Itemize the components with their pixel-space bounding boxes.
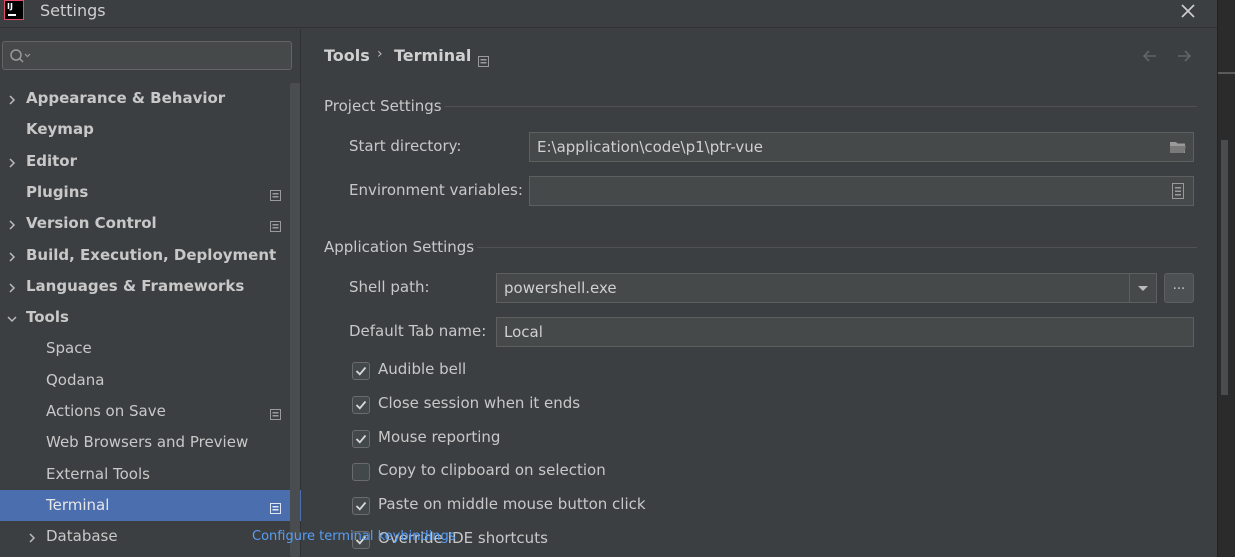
- chevron-right-icon[interactable]: [26, 530, 38, 543]
- chevron-down-icon[interactable]: [6, 311, 18, 323]
- search-input[interactable]: [35, 44, 285, 67]
- sidebar-item-label: Appearance & Behavior: [26, 89, 226, 107]
- sidebar-item-label: Version Control: [26, 214, 157, 233]
- title-bar: IJ Settings: [0, 0, 1217, 28]
- chevron-right-icon[interactable]: [6, 280, 18, 293]
- sidebar-item-web-browsers-and-preview[interactable]: Web Browsers and Preview: [0, 427, 290, 458]
- sidebar-item-label: Database: [46, 527, 118, 546]
- shell-path-value: powershell.exe: [504, 279, 617, 297]
- environment-variables-label: Environment variables:: [349, 181, 523, 199]
- checkbox-unchecked[interactable]: [352, 463, 370, 481]
- sidebar-item-languages-frameworks[interactable]: Languages & Frameworks: [0, 271, 290, 302]
- sidebar-scrollbar[interactable]: [290, 83, 300, 557]
- project-level-icon: [270, 218, 281, 233]
- breadcrumb-separator: ›: [377, 46, 383, 62]
- window-title: Settings: [40, 1, 106, 20]
- checkbox-checked[interactable]: [352, 362, 370, 380]
- settings-content: Tools › Terminal Project Settings Start …: [302, 29, 1217, 557]
- search-icon[interactable]: [9, 48, 31, 64]
- sidebar-item-plugins[interactable]: Plugins: [0, 177, 290, 208]
- folder-icon[interactable]: [1169, 139, 1187, 155]
- chevron-right-icon[interactable]: [6, 92, 18, 105]
- edit-list-icon[interactable]: [1169, 183, 1187, 199]
- sidebar-item-label: Terminal: [46, 495, 110, 514]
- sidebar-item-editor[interactable]: Editor: [0, 146, 290, 177]
- sidebar-item-label: Editor: [26, 151, 77, 170]
- forward-arrow-icon[interactable]: [1174, 46, 1194, 66]
- project-settings-title: Project Settings: [324, 97, 442, 115]
- sidebar-item-label: Web Browsers and Preview: [46, 433, 249, 452]
- start-directory-field[interactable]: E:\application\code\p1\ptr-vue: [529, 132, 1194, 162]
- sidebar-item-label: Actions on Save: [46, 402, 166, 420]
- sidebar-item-terminal[interactable]: Terminal: [0, 489, 301, 521]
- checkbox-checked[interactable]: [352, 430, 370, 448]
- breadcrumb-current: Terminal: [394, 46, 472, 65]
- sidebar-item-label: Build, Execution, Deployment: [26, 245, 277, 264]
- start-directory-label: Start directory:: [349, 137, 462, 155]
- default-tab-name-value: Local: [504, 323, 543, 341]
- back-arrow-icon[interactable]: [1140, 46, 1160, 66]
- checkbox-label: Paste on middle mouse button click: [378, 495, 646, 513]
- browse-shell-button[interactable]: ...: [1164, 273, 1194, 303]
- checkbox-label: Copy to clipboard on selection: [378, 461, 606, 479]
- checkbox-checked[interactable]: [352, 497, 370, 515]
- project-level-icon: [270, 406, 281, 420]
- app-logo-icon: IJ: [4, 0, 24, 20]
- sidebar-item-label: Languages & Frameworks: [26, 276, 245, 295]
- background-window-edge: [1217, 0, 1235, 557]
- search-box: [2, 41, 292, 70]
- shell-path-label: Shell path:: [349, 278, 430, 296]
- sidebar-item-tools[interactable]: Tools: [0, 302, 290, 333]
- project-level-icon: [270, 187, 281, 201]
- sidebar-item-keymap[interactable]: Keymap: [0, 114, 290, 145]
- sidebar-item-build-execution-deployment[interactable]: Build, Execution, Deployment: [0, 240, 290, 271]
- sidebar-item-label: Plugins: [26, 182, 89, 201]
- sidebar-item-label: Tools: [26, 308, 69, 327]
- breadcrumb-parent[interactable]: Tools: [324, 46, 370, 65]
- sidebar-item-appearance-behavior[interactable]: Appearance & Behavior: [0, 83, 290, 114]
- close-icon[interactable]: [1176, 0, 1200, 23]
- shell-path-combobox[interactable]: powershell.exe: [496, 273, 1157, 303]
- configure-keybindings-link[interactable]: Configure terminal keybindings: [252, 529, 456, 544]
- sidebar-item-actions-on-save[interactable]: Actions on Save: [0, 396, 290, 427]
- sidebar-item-label: Qodana: [46, 370, 105, 389]
- section-divider: [444, 106, 1197, 107]
- chevron-right-icon[interactable]: [6, 249, 18, 262]
- checkbox-label: Audible bell: [378, 360, 467, 378]
- sidebar-item-label: Keymap: [26, 120, 94, 139]
- project-level-icon: [478, 52, 489, 67]
- checkbox-checked[interactable]: [352, 396, 370, 414]
- chevron-down-icon[interactable]: [1129, 274, 1156, 302]
- chevron-right-icon[interactable]: [6, 217, 18, 230]
- start-directory-value: E:\application\code\p1\ptr-vue: [537, 138, 763, 156]
- checkbox-label: Mouse reporting: [378, 428, 501, 446]
- sidebar-item-external-tools[interactable]: External Tools: [0, 459, 290, 490]
- sidebar-item-space[interactable]: Space: [0, 333, 290, 364]
- settings-sidebar: Appearance & Behavior Keymap Editor Plugins…: [0, 29, 301, 557]
- sidebar-item-label: External Tools: [46, 464, 150, 483]
- checkbox-label: Close session when it ends: [378, 394, 581, 412]
- section-divider: [477, 247, 1197, 248]
- sidebar-item-qodana[interactable]: Qodana: [0, 365, 290, 396]
- project-level-icon: [270, 500, 281, 514]
- default-tab-name-field[interactable]: Local: [496, 317, 1194, 347]
- sidebar-item-label: Space: [46, 339, 92, 358]
- application-settings-title: Application Settings: [324, 238, 475, 256]
- sidebar-item-version-control[interactable]: Version Control: [0, 208, 290, 239]
- default-tab-name-label: Default Tab name:: [349, 322, 487, 340]
- environment-variables-field[interactable]: [529, 176, 1194, 206]
- chevron-right-icon[interactable]: [6, 155, 18, 168]
- sidebar-item-database[interactable]: Database: [0, 521, 290, 552]
